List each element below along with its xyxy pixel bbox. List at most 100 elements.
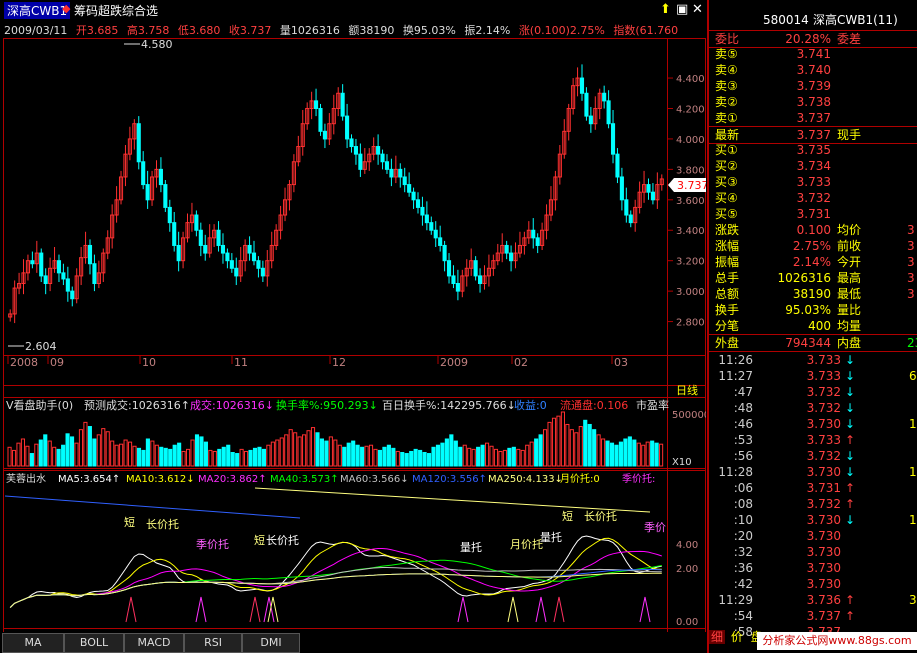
candle: [251, 240, 257, 266]
candle: [300, 110, 305, 156]
tick-vol: 37: [909, 593, 917, 607]
volume-bar: [181, 450, 186, 467]
volume-bar: [489, 445, 494, 467]
ma5-value: MA5:3.654↑: [58, 474, 120, 485]
volume-bar: [543, 429, 548, 467]
bid-label: 买⑤: [715, 207, 738, 221]
candle: [207, 224, 212, 258]
weicha-label: 委差: [837, 32, 862, 46]
stat-row: 振幅 2.14% 今开 3: [709, 254, 917, 270]
volume-bar: [569, 429, 574, 467]
stat-label-2: 最高: [837, 271, 862, 285]
tick-price: 3.732: [806, 401, 841, 415]
candle: [114, 186, 119, 223]
annotation-season-1: 季价托: [196, 537, 229, 551]
candle: [389, 158, 394, 187]
stat-value: 2.14%: [792, 255, 831, 269]
volume-bar: [29, 453, 34, 467]
candle: [420, 196, 425, 226]
stat-label: 振幅: [715, 255, 740, 269]
candle: [287, 180, 292, 211]
candle: [296, 135, 301, 167]
candle: [557, 145, 562, 185]
volume-bar: [328, 436, 333, 467]
tab-ma[interactable]: MA: [2, 633, 64, 653]
tab-dmi[interactable]: DMI: [242, 633, 300, 653]
candle: [491, 254, 496, 276]
tick-price: 3.730: [806, 513, 841, 527]
stat-row: 涨跌 0.100 均价 3: [709, 222, 917, 238]
volume-bar: [601, 438, 606, 467]
volume-bar: [52, 446, 57, 467]
tick-time: :47: [733, 385, 753, 399]
tab-price[interactable]: 价: [729, 630, 745, 644]
candle: [367, 148, 372, 171]
tick-time: :53: [733, 433, 753, 447]
candle: [482, 265, 487, 290]
candle: [509, 245, 514, 272]
volume-bar: [650, 440, 655, 467]
candle: [526, 221, 531, 244]
candle: [43, 268, 48, 295]
volume-bar: [257, 446, 262, 467]
bid-label: 买③: [715, 175, 738, 189]
candle: [349, 134, 354, 153]
tab-detail[interactable]: 细: [709, 630, 726, 644]
ask-row: 卖③ 3.739: [709, 78, 917, 94]
volume-bar: [560, 411, 565, 467]
volume-tick: 500000: [672, 410, 706, 421]
ma250-value: MA250:4.133↓: [488, 474, 563, 485]
candle: [194, 210, 199, 237]
stat-label: 换手: [715, 303, 740, 317]
volume-bar: [87, 426, 92, 467]
annotation-season-2: 季价: [644, 521, 666, 534]
volume-bar: [565, 423, 570, 467]
annotation-long-3: 长价托: [584, 509, 617, 523]
tick-vol: 10: [909, 465, 917, 479]
tick-row: :36 3.730: [709, 560, 917, 576]
stat-value-2: 3: [907, 271, 915, 285]
volume-bar: [127, 441, 133, 467]
candle: [522, 231, 527, 255]
neipan-label: 内盘: [837, 336, 862, 350]
volume-bar: [315, 432, 320, 467]
tick-time: 11:28: [718, 465, 753, 479]
waipan-value: 794344: [785, 336, 831, 350]
candle: [110, 204, 115, 249]
volume-bar: [618, 441, 623, 467]
stat-label: 涨跌: [715, 223, 740, 237]
tick-price: 3.730: [806, 417, 841, 431]
candle: [362, 148, 367, 174]
volume-bar: [333, 439, 338, 467]
candle: [21, 259, 26, 295]
vol-ltp: 流通盘:0.106: [560, 398, 628, 412]
volume-unit: X10: [672, 457, 692, 468]
quote-header: 580014 深高CWB1(11): [709, 12, 917, 28]
chart-area[interactable]: 4.400 4.200 4.000 3.800 3.600 3.400 3.200 3.000…: [0, 0, 706, 632]
candle: [402, 167, 407, 193]
tab-macd[interactable]: MACD: [124, 633, 184, 653]
candle: [438, 225, 443, 252]
ask-label: 卖①: [715, 111, 738, 125]
period-label[interactable]: 日线: [676, 383, 698, 397]
date-label-2: 10: [142, 356, 156, 369]
ma120-value: MA120:3.556↑: [412, 474, 487, 485]
volume-bar: [96, 434, 101, 467]
volume-bar: [592, 429, 597, 467]
volume-bar: [368, 444, 374, 467]
price-tick-6: 3.200: [676, 257, 705, 268]
vol-syl: 市盈率: [636, 398, 669, 412]
candle: [65, 266, 70, 302]
tick-row: :47 3.732 ↓: [709, 384, 917, 400]
tab-rsi[interactable]: RSI: [184, 633, 242, 653]
ma60-value: MA60:3.566↓: [340, 474, 409, 485]
volume-bar: [627, 436, 632, 467]
candle: [212, 224, 217, 247]
tab-boll[interactable]: BOLL: [64, 633, 124, 653]
tick-time: :46: [733, 417, 753, 431]
price-tick-5: 3.400: [676, 226, 705, 237]
price-axis: 4.400 4.200 4.000 3.800 3.600 3.400 3.200 3.000…: [668, 74, 705, 329]
candle: [500, 233, 505, 263]
candle: [269, 231, 274, 269]
candle: [260, 260, 265, 282]
